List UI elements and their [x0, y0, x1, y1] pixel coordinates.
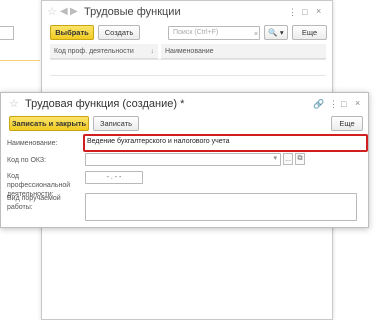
search-placeholder: Поиск (Ctrl+F) — [173, 29, 219, 36]
save-and-close-button[interactable]: Записать и закрыть — [9, 116, 89, 131]
close-icon[interactable]: × — [316, 6, 321, 16]
star-icon[interactable]: ☆ — [47, 5, 57, 18]
search-input[interactable]: Поиск (Ctrl+F) — [168, 26, 260, 40]
menu-icon[interactable]: ⋮ — [288, 7, 297, 18]
column-header-code-label: Код проф. деятельности — [54, 47, 134, 55]
okz-input[interactable]: ▾ — [85, 153, 281, 166]
more-button[interactable]: Еще — [331, 116, 363, 131]
menu-icon[interactable]: ⋮ — [329, 99, 338, 110]
function-create-dialog: ☆ Трудовая функция (создание) * 🔗 ⋮ □ × … — [0, 92, 369, 228]
prof-code-input[interactable]: - . - - — [85, 171, 143, 184]
maximize-icon[interactable]: □ — [302, 7, 307, 17]
work-type-textarea[interactable] — [85, 193, 357, 221]
star-icon[interactable]: ☆ — [9, 97, 19, 110]
column-header-code[interactable]: Код проф. деятельности ↓ — [50, 44, 158, 59]
okz-label: Код по ОКЗ: — [7, 157, 47, 164]
more-button[interactable]: Еще — [292, 25, 327, 40]
name-label: Наименование: — [7, 140, 58, 147]
name-input[interactable]: Ведение бухгалтерского и налогового учет… — [87, 138, 357, 148]
table-divider — [50, 59, 326, 60]
open-icon[interactable]: ⧉ — [295, 153, 305, 165]
search-icon[interactable]: 🔍 ▾ — [264, 25, 288, 40]
dropdown-icon[interactable]: ▾ — [273, 154, 277, 162]
okz-select-button[interactable]: ... — [283, 153, 293, 165]
search-clear-button[interactable]: × — [251, 26, 261, 40]
link-icon[interactable]: 🔗 — [313, 99, 324, 110]
maximize-icon[interactable]: □ — [341, 99, 346, 109]
dialog-title: Трудовая функция (создание) * — [25, 98, 185, 110]
save-button[interactable]: Записать — [93, 116, 139, 131]
table-row-divider — [50, 75, 326, 76]
close-icon[interactable]: × — [355, 98, 360, 108]
window-title: Трудовые функции — [84, 6, 181, 18]
create-button[interactable]: Создать — [98, 25, 140, 40]
forward-arrow-icon[interactable]: ▶ — [70, 6, 78, 17]
work-type-label: Вид поручаемой работы: — [7, 195, 61, 211]
column-header-name[interactable]: Наименование — [161, 44, 326, 59]
back-arrow-icon[interactable]: ◀ — [60, 6, 68, 17]
background-divider — [0, 60, 40, 61]
select-button[interactable]: Выбрать — [50, 25, 94, 40]
sort-arrow-icon: ↓ — [150, 47, 155, 55]
background-input — [0, 26, 14, 40]
